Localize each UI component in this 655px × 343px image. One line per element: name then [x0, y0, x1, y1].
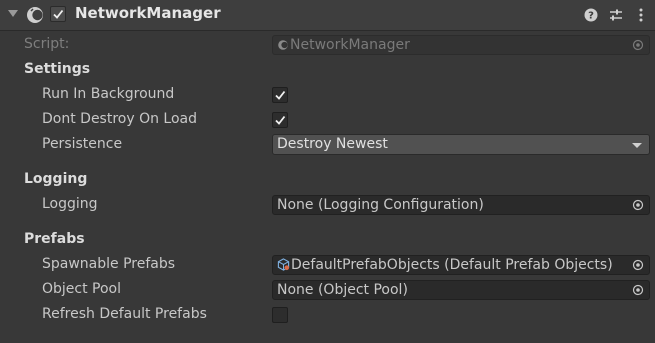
persistence-value: Destroy Newest: [277, 136, 388, 152]
checkmark-icon: [275, 115, 286, 125]
object-picker-icon[interactable]: [632, 284, 644, 296]
dont-destroy-on-load-label: Dont Destroy On Load: [42, 111, 198, 127]
script-value: NetworkManager: [290, 37, 410, 53]
object-picker-icon[interactable]: [632, 199, 644, 211]
svg-text:?: ?: [588, 11, 594, 22]
settings-section-header: Settings: [24, 61, 91, 77]
logging-field[interactable]: None (Logging Configuration): [272, 195, 650, 215]
object-pool-value: None (Object Pool): [277, 282, 408, 298]
script-field: NetworkManager: [272, 35, 650, 55]
logging-section-header: Logging: [24, 171, 88, 187]
persistence-dropdown[interactable]: Destroy Newest: [272, 134, 650, 155]
network-manager-icon: [27, 7, 43, 23]
run-in-background-label: Run In Background: [42, 86, 175, 102]
object-pool-label: Object Pool: [42, 281, 122, 297]
logging-value: None (Logging Configuration): [277, 197, 484, 213]
script-label: Script:: [24, 36, 70, 52]
object-picker-icon[interactable]: [632, 259, 644, 271]
kebab-menu-icon[interactable]: [632, 6, 650, 24]
refresh-default-prefabs-checkbox[interactable]: [272, 307, 288, 323]
chevron-down-icon: [632, 143, 642, 148]
logging-label: Logging: [42, 196, 98, 212]
help-icon[interactable]: ?: [582, 6, 600, 24]
refresh-default-prefabs-label: Refresh Default Prefabs: [42, 306, 207, 322]
component-title: NetworkManager: [75, 4, 221, 22]
spawnable-prefabs-label: Spawnable Prefabs: [42, 256, 176, 272]
object-picker-icon: [632, 39, 644, 51]
persistence-label: Persistence: [42, 136, 123, 152]
foldout-arrow-icon[interactable]: [8, 10, 18, 17]
prefabs-section-header: Prefabs: [24, 231, 85, 247]
component-header: NetworkManager ?: [0, 0, 655, 31]
component-enabled-checkbox[interactable]: [50, 6, 66, 22]
checkmark-icon: [53, 9, 64, 19]
presets-icon[interactable]: [607, 6, 625, 24]
object-pool-field[interactable]: None (Object Pool): [272, 280, 650, 300]
network-manager-icon: [278, 40, 288, 50]
scriptable-object-icon: [277, 258, 290, 271]
spawnable-prefabs-value: DefaultPrefabObjects (Default Prefab Obj…: [291, 257, 613, 273]
run-in-background-checkbox[interactable]: [272, 87, 288, 103]
checkmark-icon: [275, 90, 286, 100]
spawnable-prefabs-field[interactable]: DefaultPrefabObjects (Default Prefab Obj…: [272, 255, 650, 275]
dont-destroy-on-load-checkbox[interactable]: [272, 112, 288, 128]
